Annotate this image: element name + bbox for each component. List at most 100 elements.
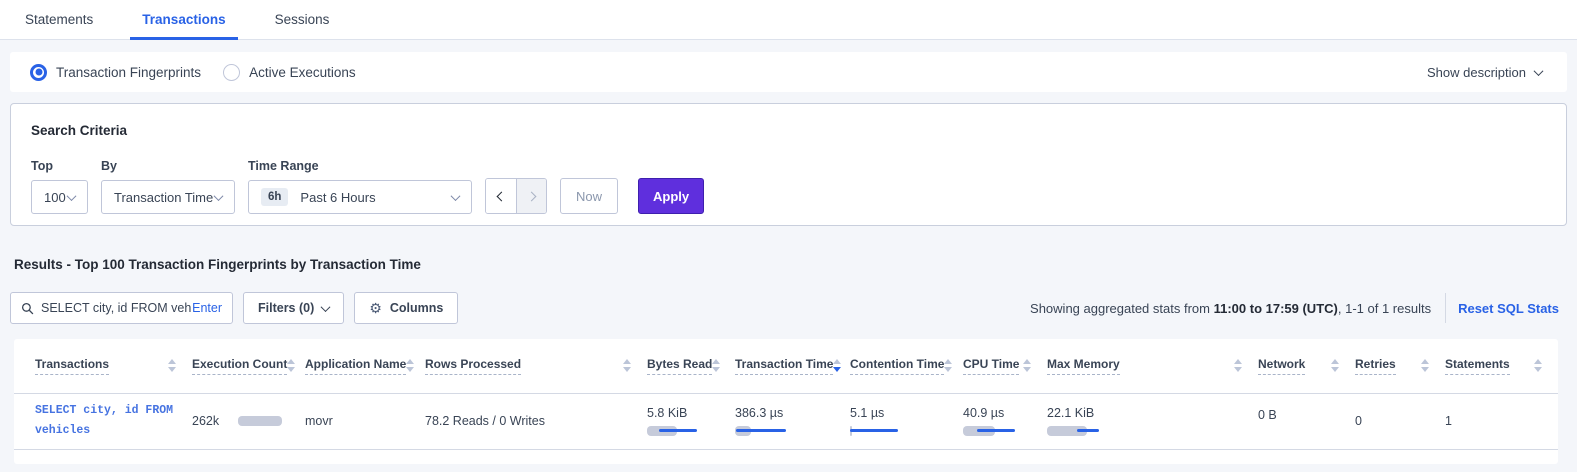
column-header-contention-time[interactable]: Contention Time bbox=[850, 339, 963, 393]
execution-count-cell: 262k bbox=[192, 414, 305, 428]
sort-descending-icon bbox=[833, 359, 841, 372]
application-name-cell: movr bbox=[305, 414, 425, 428]
top-field: Top 100 bbox=[31, 159, 88, 214]
sort-icon bbox=[406, 359, 414, 372]
filters-label: Filters (0) bbox=[258, 301, 314, 315]
filters-button[interactable]: Filters (0) bbox=[243, 292, 344, 324]
top-select[interactable]: 100 bbox=[31, 180, 88, 214]
columns-button[interactable]: ⚙ Columns bbox=[354, 292, 458, 324]
show-description-toggle[interactable]: Show description bbox=[1427, 65, 1542, 80]
time-range-pager bbox=[485, 178, 547, 214]
statements-count-cell: 1 bbox=[1445, 414, 1558, 428]
view-toggle-card: Transaction Fingerprints Active Executio… bbox=[10, 52, 1567, 92]
column-header-application-name[interactable]: Application Name bbox=[305, 339, 425, 393]
radio-active-executions[interactable]: Active Executions bbox=[223, 64, 356, 81]
next-time-range-button[interactable] bbox=[516, 179, 546, 213]
gear-icon: ⚙ bbox=[369, 301, 382, 315]
execution-count-value: 262k bbox=[192, 414, 219, 428]
time-range-label: Time Range bbox=[248, 159, 472, 173]
sort-icon bbox=[1331, 359, 1339, 372]
radio-unselected-icon bbox=[223, 64, 240, 81]
top-select-value: 100 bbox=[44, 190, 66, 205]
reset-sql-stats-link[interactable]: Reset SQL Stats bbox=[1458, 301, 1559, 316]
tab-statements[interactable]: Statements bbox=[13, 1, 105, 40]
transactions-table: Transactions Execution Count Application… bbox=[14, 339, 1558, 450]
column-header-retries[interactable]: Retries bbox=[1355, 339, 1445, 393]
show-description-label: Show description bbox=[1427, 65, 1526, 80]
table-header-row: Transactions Execution Count Application… bbox=[14, 339, 1558, 393]
page-tab-bar: Statements Transactions Sessions bbox=[0, 0, 1577, 40]
by-select[interactable]: Transaction Time bbox=[101, 180, 235, 214]
search-criteria-title: Search Criteria bbox=[31, 123, 1546, 138]
chevron-right-icon bbox=[527, 191, 537, 201]
tab-label: Sessions bbox=[275, 12, 330, 27]
stats-time-range: 11:00 to 17:59 (UTC) bbox=[1214, 301, 1338, 316]
contention-time-cell: 5.1 µs bbox=[850, 406, 963, 436]
tab-transactions[interactable]: Transactions bbox=[130, 1, 237, 40]
column-header-execution-count[interactable]: Execution Count bbox=[192, 339, 305, 393]
time-range-select[interactable]: 6h Past 6 Hours bbox=[248, 180, 472, 214]
radio-label: Transaction Fingerprints bbox=[56, 65, 201, 80]
sort-icon bbox=[1534, 359, 1542, 372]
chevron-down-icon bbox=[321, 302, 331, 312]
search-enter-button[interactable]: Enter bbox=[192, 301, 222, 315]
max-memory-bar bbox=[1047, 426, 1258, 436]
results-table-card: Transactions Execution Count Application… bbox=[14, 339, 1558, 464]
column-header-max-memory[interactable]: Max Memory bbox=[1047, 339, 1258, 393]
radio-label: Active Executions bbox=[249, 65, 356, 80]
transaction-fingerprint-link[interactable]: SELECT city, id FROM vehicles bbox=[35, 401, 185, 441]
column-header-statements[interactable]: Statements bbox=[1445, 339, 1558, 393]
chevron-left-icon bbox=[496, 191, 506, 201]
sort-icon bbox=[1234, 359, 1242, 372]
column-header-transaction-time[interactable]: Transaction Time bbox=[735, 339, 850, 393]
previous-time-range-button[interactable] bbox=[486, 179, 516, 213]
column-header-cpu-time[interactable]: CPU Time bbox=[963, 339, 1047, 393]
results-heading: Results - Top 100 Transaction Fingerprin… bbox=[14, 257, 1563, 272]
apply-button[interactable]: Apply bbox=[638, 178, 704, 214]
cpu-time-bar bbox=[963, 426, 1047, 436]
cpu-time-cell: 40.9 µs bbox=[963, 406, 1047, 436]
table-row: SELECT city, id FROM vehicles 262k movr … bbox=[14, 393, 1558, 449]
by-field: By Transaction Time bbox=[101, 159, 235, 214]
sort-icon bbox=[168, 359, 176, 372]
chevron-down-icon bbox=[451, 191, 461, 201]
max-memory-cell: 22.1 KiB bbox=[1047, 406, 1258, 436]
sort-icon bbox=[623, 359, 631, 372]
results-filter-row: Enter Filters (0) ⚙ Columns Showing aggr… bbox=[10, 292, 1563, 324]
time-range-badge: 6h bbox=[261, 188, 288, 206]
execution-count-bar bbox=[238, 416, 282, 426]
time-range-value: Past 6 Hours bbox=[300, 190, 375, 205]
chevron-down-icon bbox=[214, 191, 224, 201]
search-input[interactable] bbox=[41, 301, 192, 315]
column-header-bytes-read[interactable]: Bytes Read bbox=[647, 339, 735, 393]
search-icon bbox=[21, 302, 34, 315]
now-button[interactable]: Now bbox=[560, 178, 618, 214]
search-criteria-controls: Top 100 By Transaction Time Time Range 6… bbox=[31, 159, 1546, 214]
bytes-read-cell: 5.8 KiB bbox=[647, 406, 735, 436]
column-header-transactions[interactable]: Transactions bbox=[14, 339, 192, 393]
search-criteria-card: Search Criteria Top 100 By Transaction T… bbox=[10, 103, 1567, 226]
radio-selected-icon bbox=[30, 64, 47, 81]
search-box: Enter bbox=[10, 292, 233, 324]
sort-icon bbox=[1023, 359, 1031, 372]
sort-icon bbox=[1421, 359, 1429, 372]
column-header-rows-processed[interactable]: Rows Processed bbox=[425, 339, 647, 393]
sort-icon bbox=[287, 359, 295, 372]
by-label: By bbox=[101, 159, 235, 173]
transaction-time-cell: 386.3 µs bbox=[735, 406, 850, 436]
tab-label: Statements bbox=[25, 12, 93, 27]
columns-label: Columns bbox=[390, 301, 443, 315]
by-select-value: Transaction Time bbox=[114, 190, 213, 205]
aggregated-stats-note: Showing aggregated stats from 11:00 to 1… bbox=[1030, 301, 1431, 316]
bytes-read-bar bbox=[647, 426, 735, 436]
retries-cell: 0 bbox=[1355, 414, 1445, 428]
chevron-down-icon bbox=[1534, 66, 1544, 76]
top-label: Top bbox=[31, 159, 88, 173]
tab-label: Transactions bbox=[142, 12, 225, 27]
tab-sessions[interactable]: Sessions bbox=[263, 1, 342, 40]
radio-transaction-fingerprints[interactable]: Transaction Fingerprints bbox=[30, 64, 201, 81]
column-header-network[interactable]: Network bbox=[1258, 339, 1355, 393]
contention-time-bar bbox=[850, 426, 963, 436]
transaction-time-bar bbox=[735, 426, 850, 436]
network-cell: 0 B bbox=[1258, 394, 1355, 422]
